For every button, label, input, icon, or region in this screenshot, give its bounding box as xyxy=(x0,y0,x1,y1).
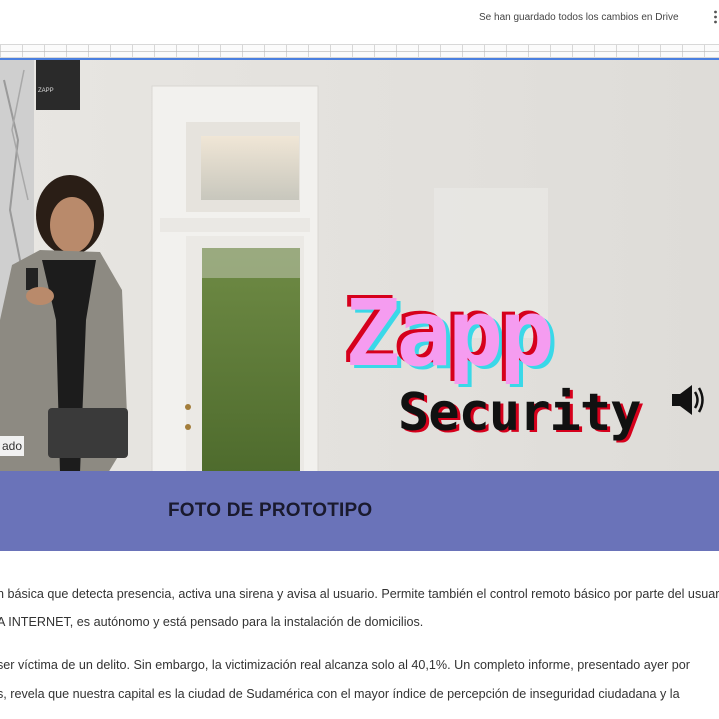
more-vert-icon[interactable] xyxy=(712,10,719,24)
paragraph-line: n básica que detecta presencia, activa u… xyxy=(0,587,719,601)
top-bar: Se han guardado todos los cambios en Dri… xyxy=(0,0,719,44)
image-caption-fragment: ado xyxy=(0,436,25,456)
handbag xyxy=(48,408,128,458)
prototype-photo[interactable]: ZAPP Zapp Security xyxy=(0,58,719,473)
speaker-icon xyxy=(672,385,704,415)
zapp-logo-text: Zapp xyxy=(345,280,555,387)
ruler[interactable] xyxy=(0,44,719,58)
paragraph-line: A INTERNET, es autónomo y está pensado p… xyxy=(0,615,424,629)
camera-device xyxy=(36,60,80,110)
paragraph-line: s, revela que nuestra capital es la ciud… xyxy=(0,687,680,701)
ruler-ticks xyxy=(0,45,719,57)
caption-title: FOTO DE PROTOTIPO xyxy=(168,500,373,521)
paragraph-line: ser víctima de un delito. Sin embargo, l… xyxy=(0,658,691,672)
camera-label: ZAPP xyxy=(38,88,54,94)
security-logo-text: Security xyxy=(398,383,641,443)
save-status: Se han guardado todos los cambios en Dri… xyxy=(479,12,679,23)
